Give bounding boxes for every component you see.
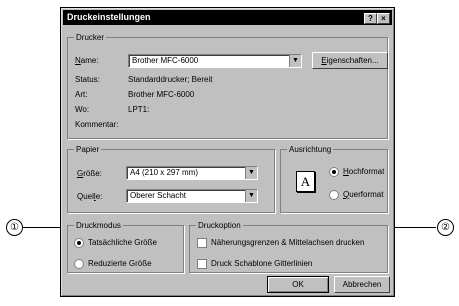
paper-size-select[interactable]: A4 (210 x 297 mm) ▼ xyxy=(126,166,258,180)
actual-size-label: Tatsächliche Größe xyxy=(88,238,157,247)
callout-2: ② xyxy=(437,219,454,236)
size-label: Größe: xyxy=(77,169,102,178)
print-settings-dialog: Druckeinstellungen ? × Drucker Name: Bro… xyxy=(60,7,395,297)
chevron-down-icon: ▼ xyxy=(245,190,257,202)
portrait-radio[interactable] xyxy=(329,167,339,177)
properties-button[interactable]: Eigenschaften... xyxy=(312,52,388,69)
where-label: Wo: xyxy=(75,105,90,114)
option1-checkbox[interactable] xyxy=(197,238,207,248)
chevron-down-icon: ▼ xyxy=(245,167,257,179)
paper-source-value: Oberer Schacht xyxy=(130,191,187,200)
status-value: Standarddrucker; Bereit xyxy=(128,75,213,84)
option1-label: Näherungsgrenzen & Mittelachsen drucken xyxy=(211,238,365,247)
title-bar: Druckeinstellungen ? × xyxy=(63,10,392,25)
option2-label: Druck Schablone Gitterlinien xyxy=(211,259,313,268)
landscape-label: Querformat xyxy=(343,190,384,199)
page-orientation-icon: A xyxy=(296,171,315,192)
ok-button[interactable]: OK xyxy=(267,276,329,293)
reduced-size-radio[interactable] xyxy=(74,259,84,269)
type-value: Brother MFC-6000 xyxy=(128,90,195,99)
paper-source-select[interactable]: Oberer Schacht ▼ xyxy=(126,189,258,203)
option2-checkbox[interactable] xyxy=(197,259,207,269)
comment-label: Kommentar: xyxy=(75,120,119,129)
where-value: LPT1: xyxy=(128,105,150,114)
status-label: Status: xyxy=(75,75,100,84)
paper-group-label: Papier xyxy=(76,145,100,154)
source-label: Quelle: xyxy=(77,192,103,201)
paper-size-value: A4 (210 x 297 mm) xyxy=(130,168,199,177)
print-option-group-label: Druckoption xyxy=(198,221,241,230)
printer-name-value: Brother MFC-6000 xyxy=(132,56,199,65)
chevron-down-icon: ▼ xyxy=(289,55,301,67)
printer-name-select[interactable]: Brother MFC-6000 ▼ xyxy=(128,54,302,68)
orientation-group-label: Ausrichtung xyxy=(289,145,332,154)
help-button[interactable]: ? xyxy=(364,13,377,24)
actual-size-radio[interactable] xyxy=(74,238,84,248)
callout-1: ① xyxy=(6,219,23,236)
type-label: Art: xyxy=(75,90,88,99)
portrait-label: Hochformat xyxy=(343,167,385,176)
reduced-size-label: Reduzierte Größe xyxy=(88,259,152,268)
page-glyph: A xyxy=(300,174,311,189)
cancel-button[interactable]: Abbrechen xyxy=(334,276,390,293)
window-title: Druckeinstellungen xyxy=(67,12,151,22)
close-button[interactable]: × xyxy=(377,13,390,24)
print-mode-group-label: Druckmodus xyxy=(76,221,121,230)
name-label: Name: xyxy=(75,56,99,65)
printer-group-label: Drucker xyxy=(76,33,105,42)
landscape-radio[interactable] xyxy=(329,190,339,200)
